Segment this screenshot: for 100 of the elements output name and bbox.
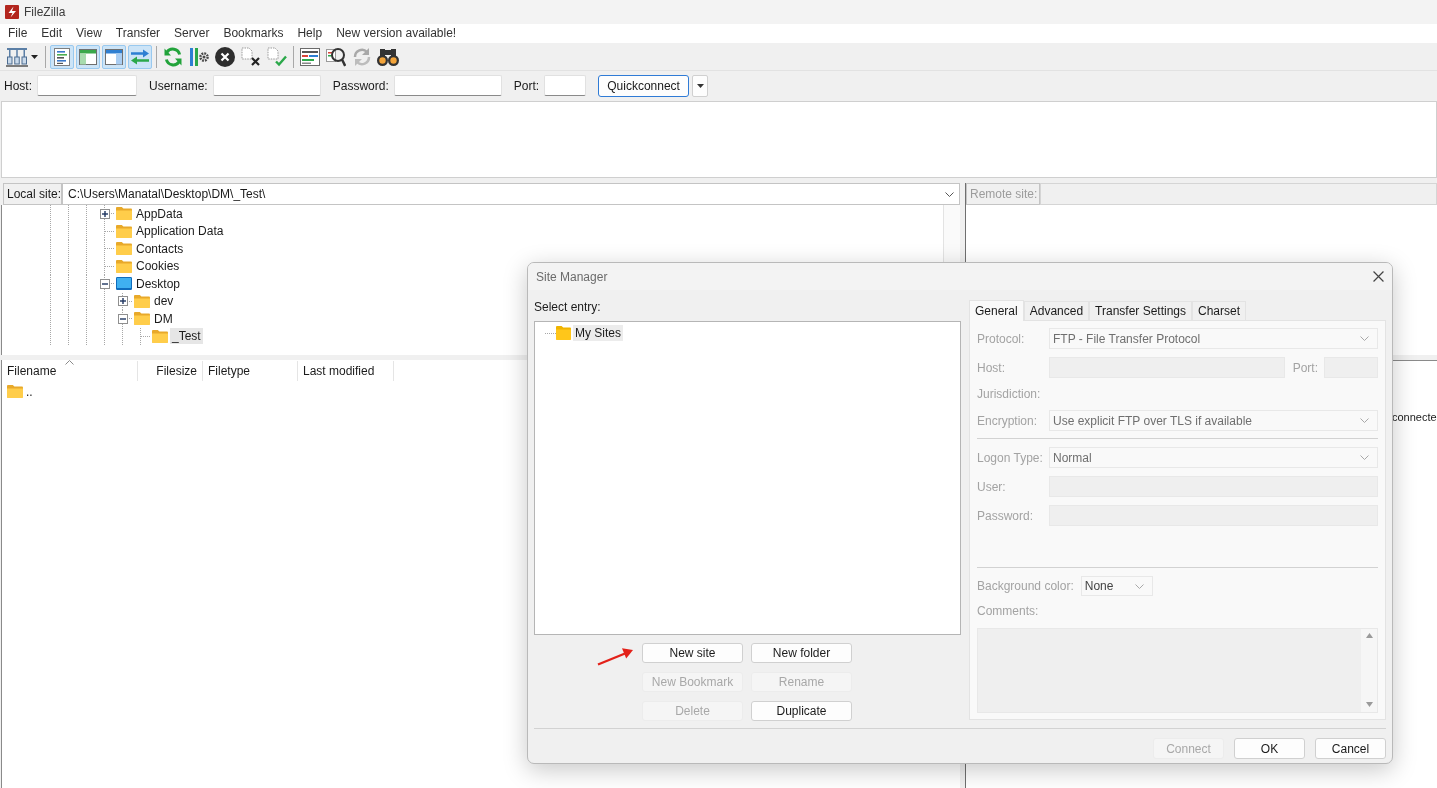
status-message: connecte [1392,411,1437,423]
menu-item[interactable]: Edit [34,25,70,42]
field-label: Host: [4,78,32,93]
chevron-down-icon [1360,418,1369,423]
field-label: Protocol: [977,331,1026,346]
menu-item[interactable]: File [1,25,35,42]
tree-item[interactable]: DM [152,310,175,327]
field-label: Encryption: [977,413,1039,428]
chevron-down-icon [1360,336,1369,341]
cancel-icon [215,46,235,67]
menu-item[interactable]: Help [290,25,330,42]
file-name[interactable]: .. [26,384,33,399]
menu-item[interactable]: Bookmarks [216,25,291,42]
chevron-down-icon [945,191,954,197]
toolbar-toggle[interactable] [50,44,74,69]
server-network-icon [6,46,28,67]
annotation-arrow-icon [597,646,634,666]
tree-item[interactable]: AppData [134,205,185,222]
path-combobox[interactable]: C:\Users\Manatal\Desktop\DM\_Test\ [62,183,960,205]
tab[interactable]: Charset [1192,301,1247,320]
dialog-button[interactable]: New folder [751,643,852,663]
document-x-icon [241,46,261,67]
tree-item[interactable]: dev [152,293,176,310]
field-label: User: [977,479,1007,494]
menu-item[interactable]: New version available! [329,25,464,42]
field-label: Logon Type: [977,450,1044,465]
magnifier-document-icon [326,46,346,67]
tree-item[interactable]: Contacts [134,240,186,257]
tab[interactable]: General [969,300,1024,321]
column-header[interactable]: Filename [2,361,138,381]
menu-item[interactable]: Transfer [108,25,168,42]
dialog-button[interactable]: New site [642,643,743,663]
folder-icon [134,312,150,326]
dialog-title: Site Manager [536,269,608,284]
column-header[interactable]: Last modified [298,361,394,381]
input-field[interactable] [544,75,587,96]
column-header[interactable]: Filesize [138,361,203,381]
dialog-button[interactable]: Cancel [1315,738,1386,759]
list-lines-icon [300,47,320,66]
circular-arrows-icon [352,46,372,67]
close-icon [1372,271,1384,282]
field-label: Comments: [977,604,1040,619]
tree-item[interactable]: Cookies [134,258,182,275]
quickconnect-button[interactable]: Quickconnect [598,74,690,97]
binoculars-icon [377,47,399,66]
tab[interactable]: Advanced [1023,301,1090,320]
menu-item[interactable]: View [69,25,109,42]
tree-item[interactable]: My Sites [573,325,623,341]
left-pane-icon [79,48,97,65]
field-label: Host: [977,360,1006,375]
bars-gear-icon [189,46,209,67]
dialog-button[interactable]: Duplicate [751,701,852,721]
caret-down-icon [696,83,704,88]
chevron-down-icon [1134,583,1144,589]
expand-toggle[interactable] [100,208,110,219]
input-field[interactable] [393,75,502,96]
scroll-up-icon[interactable] [1365,633,1373,638]
site-label: Local site: [3,183,62,205]
dropdown-button[interactable] [692,74,709,97]
column-header[interactable]: Filetype [203,361,298,381]
right-pane-icon [105,48,123,65]
tree-item[interactable]: Application Data [134,223,226,240]
desktop-icon [116,277,132,291]
folder-icon [116,259,132,273]
window-title: FileZilla [24,5,66,19]
toolbar-toggle[interactable] [102,44,126,69]
expand-toggle[interactable] [118,313,128,324]
folder-icon [134,294,150,308]
input-field[interactable] [212,75,321,96]
scroll-down-icon[interactable] [1365,702,1373,707]
field-label: Password: [332,78,389,93]
folder-icon [7,385,23,398]
tree-item[interactable]: _Test [170,328,203,345]
field-label: Port: [513,78,540,93]
log-panel-icon [54,47,70,66]
field-label: Port: [1292,360,1318,375]
expand-toggle[interactable] [100,278,110,289]
folder-icon [152,329,168,343]
toolbar-toggle[interactable] [128,44,152,69]
folder-icon [556,326,571,340]
document-check-icon [267,46,287,67]
input-field[interactable] [37,75,137,96]
field-label: Background color: [977,579,1074,593]
toolbar-toggle[interactable] [76,44,100,69]
tree-item[interactable]: Desktop [134,275,183,292]
app-logo-icon [5,5,19,19]
refresh-icon [163,46,183,67]
cancel-button[interactable] [213,44,237,69]
expand-toggle[interactable] [118,296,128,307]
menu-item[interactable]: Server [167,25,217,42]
field-label: Jurisdiction: [977,387,1042,401]
field-label: Password: [977,508,1035,523]
chevron-down-icon [1360,455,1369,460]
field-label: Username: [149,78,208,93]
dialog-button[interactable]: OK [1234,738,1305,759]
folder-icon [116,207,132,221]
tab[interactable]: Transfer Settings [1089,301,1192,320]
site-label: Remote site: [966,183,1040,205]
folder-icon [116,242,132,256]
transfer-arrows-icon [130,48,150,65]
